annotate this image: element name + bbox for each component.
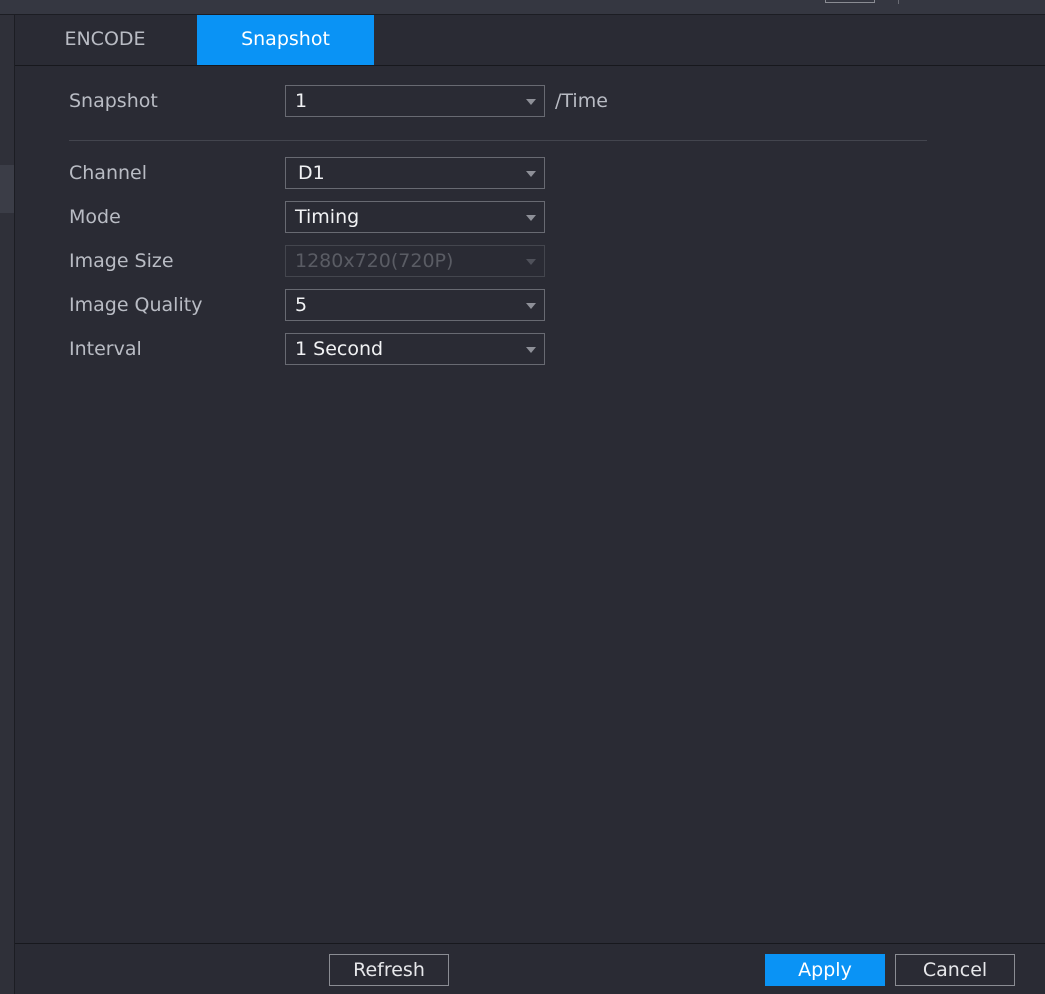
image-size-select: 1280x720(720P) (285, 245, 545, 277)
image-size-row: Image Size 1280x720(720P) (15, 245, 1045, 277)
cancel-button[interactable]: Cancel (895, 954, 1015, 986)
top-strip-separator (898, 0, 899, 4)
tab-snapshot[interactable]: Snapshot (197, 15, 374, 65)
chevron-down-icon (526, 347, 536, 353)
mode-row: Mode Timing (15, 201, 1045, 233)
snapshot-select[interactable]: 1 (285, 85, 545, 117)
chevron-down-icon (526, 215, 536, 221)
mode-select[interactable]: Timing (285, 201, 545, 233)
settings-panel: Snapshot 1 /Time Channel D1 Mode Timing … (15, 66, 1045, 943)
chevron-down-icon (526, 171, 536, 177)
image-quality-select[interactable]: 5 (285, 289, 545, 321)
tab-encode[interactable]: ENCODE (15, 15, 195, 65)
interval-row: Interval 1 Second (15, 333, 1045, 365)
image-size-label: Image Size (69, 250, 174, 272)
channel-select[interactable]: D1 (285, 157, 545, 189)
snapshot-row: Snapshot 1 /Time (15, 85, 1045, 117)
bottom-bar: Refresh Apply Cancel (15, 943, 1045, 994)
interval-value: 1 Second (295, 338, 384, 360)
sidebar-selected-item[interactable] (0, 165, 14, 213)
chevron-down-icon (526, 303, 536, 309)
sidebar-edge (0, 15, 15, 994)
refresh-button[interactable]: Refresh (329, 954, 449, 986)
snapshot-settings-window: ENCODE Snapshot Snapshot 1 /Time Channel… (0, 0, 1045, 994)
snapshot-label: Snapshot (69, 90, 158, 112)
channel-label: Channel (69, 162, 148, 184)
snapshot-suffix: /Time (555, 90, 608, 112)
chevron-down-icon (526, 99, 536, 105)
tab-bar: ENCODE Snapshot (15, 15, 1045, 66)
apply-button[interactable]: Apply (765, 954, 885, 986)
chevron-down-icon (526, 259, 536, 265)
interval-select[interactable]: 1 Second (285, 333, 545, 365)
top-strip (0, 0, 1045, 15)
image-size-value: 1280x720(720P) (295, 250, 454, 272)
interval-label: Interval (69, 338, 142, 360)
mode-label: Mode (69, 206, 121, 228)
divider (69, 140, 927, 141)
snapshot-value: 1 (295, 90, 308, 112)
image-quality-row: Image Quality 5 (15, 289, 1045, 321)
mode-value: Timing (295, 206, 360, 228)
image-quality-label: Image Quality (69, 294, 203, 316)
channel-value: D1 (298, 162, 325, 184)
channel-row: Channel D1 (15, 157, 1045, 189)
image-quality-value: 5 (295, 294, 308, 316)
top-strip-control[interactable] (825, 0, 875, 3)
